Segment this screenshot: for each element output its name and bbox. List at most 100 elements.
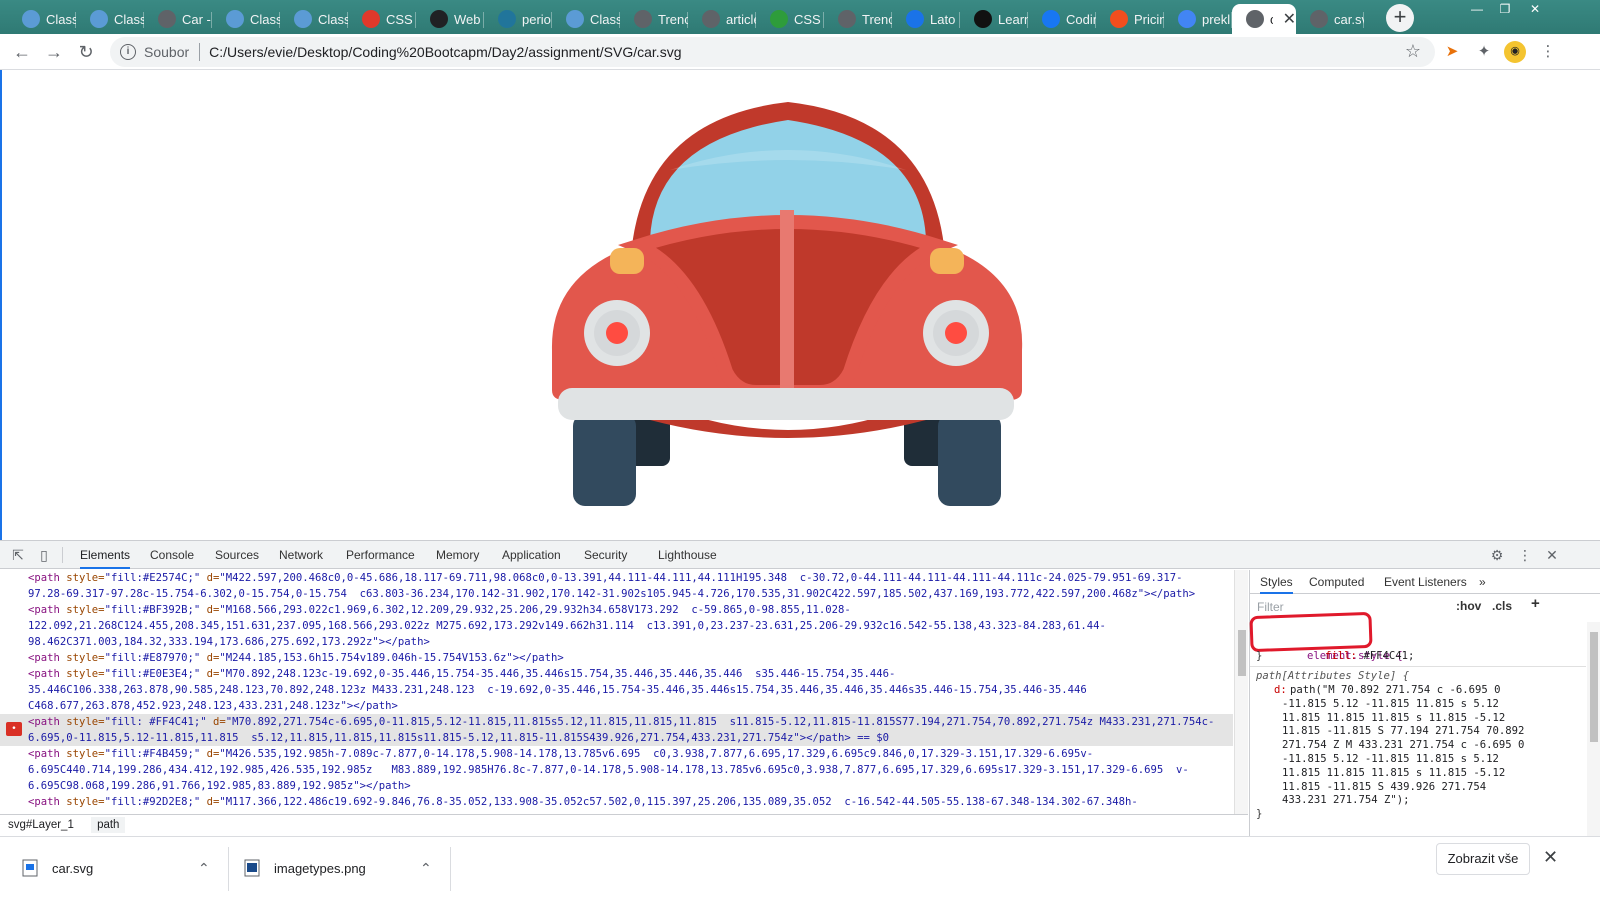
download-options-chevron-icon[interactable]: ⌃ xyxy=(198,845,210,891)
browser-tab[interactable]: Class xyxy=(212,4,280,34)
tab-computed[interactable]: Computed xyxy=(1309,570,1364,594)
elements-scrollbar[interactable] xyxy=(1234,570,1248,814)
hover-state-button[interactable]: :hov xyxy=(1456,599,1481,613)
dom-line[interactable]: 6.695,0-11.815,5.12-11.815,11.815 s5.12,… xyxy=(0,730,1233,746)
dom-line[interactable]: <path style="fill:#92D2E8;" d="M117.366,… xyxy=(28,794,1233,810)
browser-tab[interactable]: CSS B xyxy=(348,4,416,34)
devtools-tab-network[interactable]: Network xyxy=(279,541,323,569)
fill-value[interactable]: #FF4C41; xyxy=(1363,650,1414,662)
dom-line[interactable]: <path style="fill:#BF392B;" d="M168.566,… xyxy=(28,602,1233,618)
code-val: 122.092,21.268C124.455,208.345,151.631,2… xyxy=(28,620,1106,632)
page-viewport xyxy=(0,70,1600,540)
show-all-downloads-button[interactable]: Zobrazit vše xyxy=(1436,843,1530,875)
browser-tab[interactable]: Pricin xyxy=(1096,4,1164,34)
new-tab-button[interactable]: + xyxy=(1386,4,1414,32)
rule-divider xyxy=(1250,666,1586,667)
download-options-chevron-icon[interactable]: ⌃ xyxy=(420,845,432,891)
devtools-tab-security[interactable]: Security xyxy=(584,541,627,569)
browser-tab[interactable]: CSS L xyxy=(756,4,824,34)
browser-tab[interactable]: Class xyxy=(76,4,144,34)
devtools-tab-sources[interactable]: Sources xyxy=(215,541,259,569)
dom-line[interactable]: 98.462C371.003,184.32,333.194,173.686,27… xyxy=(28,634,1233,650)
browser-tab[interactable]: Web xyxy=(416,4,484,34)
browser-tab[interactable]: car.sv xyxy=(1296,4,1364,34)
browser-tab[interactable]: ca ✕ xyxy=(1232,4,1296,34)
browser-tab[interactable]: Class xyxy=(552,4,620,34)
browser-tab[interactable]: Codin xyxy=(1028,4,1096,34)
close-tab-icon[interactable]: ✕ xyxy=(1283,9,1296,29)
tab-styles[interactable]: Styles xyxy=(1260,570,1293,594)
inspect-element-icon[interactable]: ⇱ xyxy=(9,546,27,564)
back-button[interactable]: ← xyxy=(10,40,34,64)
download-filename: car.svg xyxy=(52,860,94,876)
settings-gear-icon[interactable]: ⚙ xyxy=(1488,546,1506,564)
dom-line[interactable]: 6.695C440.714,199.286,434.412,192.985,42… xyxy=(28,762,1233,778)
devtools-tab-lighthouse[interactable]: Lighthouse xyxy=(658,541,717,569)
close-window-button[interactable]: ✕ xyxy=(1520,0,1550,20)
browser-tab[interactable]: Trenc xyxy=(620,4,688,34)
styles-scroll-thumb[interactable] xyxy=(1590,632,1598,742)
elements-scroll-thumb[interactable] xyxy=(1238,630,1246,676)
breadcrumb-svg[interactable]: svg#Layer_1 xyxy=(8,819,74,831)
rocket-extension-icon[interactable]: ➤ xyxy=(1442,42,1462,62)
code-val: C468.677,263.878,452.923,248.123,433.231… xyxy=(28,700,347,712)
browser-menu-icon[interactable]: ⋮ xyxy=(1538,42,1558,62)
front-bumper xyxy=(558,388,1014,420)
browser-tab[interactable]: Lato xyxy=(892,4,960,34)
devtools-tab-memory[interactable]: Memory xyxy=(436,541,479,569)
browser-tab[interactable]: Class xyxy=(8,4,76,34)
breakpoint-marker[interactable]: • xyxy=(6,722,22,736)
address-bar[interactable]: i Soubor C:/Users/evie/Desktop/Coding%20… xyxy=(110,37,1435,67)
styles-scrollbar[interactable] xyxy=(1587,622,1600,836)
devtools-close-icon[interactable]: ✕ xyxy=(1543,546,1561,564)
devtools-tab-application[interactable]: Application xyxy=(502,541,561,569)
dom-line[interactable]: 35.446C106.338,263.878,90.585,248.123,70… xyxy=(28,682,1233,698)
bookmark-star-icon[interactable]: ☆ xyxy=(1405,41,1421,62)
new-style-rule-button[interactable]: + xyxy=(1531,595,1540,612)
browser-tab[interactable]: perio xyxy=(484,4,552,34)
devtools-tab-elements[interactable]: Elements xyxy=(80,541,131,569)
dom-line[interactable]: <path style="fill:#E2574C;" d="M422.597,… xyxy=(28,570,1233,586)
more-tabs-icon[interactable]: » xyxy=(1479,570,1486,594)
dom-line[interactable]: C468.677,263.878,452.923,248.123,433.231… xyxy=(28,698,1233,714)
profile-avatar[interactable]: ◉ xyxy=(1504,41,1526,63)
code-tag: <path xyxy=(28,748,67,760)
dom-line[interactable]: 6.695C98.068,199.286,91.766,192.985,83.8… xyxy=(28,778,1233,794)
reload-button[interactable]: ↻ xyxy=(74,40,98,64)
class-toggle-button[interactable]: .cls xyxy=(1492,599,1512,613)
browser-tab[interactable]: Class xyxy=(280,4,348,34)
web-icon xyxy=(430,10,448,28)
device-toolbar-icon[interactable]: ▯ xyxy=(35,546,53,564)
extensions-puzzle-icon[interactable]: ✦ xyxy=(1474,42,1494,62)
forward-button[interactable]: → xyxy=(42,40,66,64)
dom-line[interactable]: <path style="fill:#E87970;" d="M244.185,… xyxy=(28,650,1233,666)
devtools-tab-console[interactable]: Console xyxy=(150,541,194,569)
tabbar-divider xyxy=(62,547,63,563)
dom-line[interactable]: <path style="fill:#E0E3E4;" d="M70.892,2… xyxy=(28,666,1233,682)
omnibox-divider xyxy=(199,43,201,61)
browser-tab[interactable]: Car - xyxy=(144,4,212,34)
close-download-bar-icon[interactable]: ✕ xyxy=(1543,847,1558,868)
minimize-button[interactable]: — xyxy=(1462,0,1492,20)
download-item-imagetypes[interactable]: imagetypes.png xyxy=(244,845,366,891)
browser-tab[interactable]: Learn xyxy=(960,4,1028,34)
dom-line[interactable]: <path style="fill: #FF4C41;" d="M70.892,… xyxy=(0,714,1233,730)
url-text[interactable]: C:/Users/evie/Desktop/Coding%20Bootcapm/… xyxy=(209,44,681,60)
breadcrumb-path[interactable]: path xyxy=(91,817,126,833)
browser-tab[interactable]: article xyxy=(688,4,756,34)
styles-pane: Styles Computed Event Listeners » Filter… xyxy=(1249,570,1600,836)
tab-event-listeners[interactable]: Event Listeners xyxy=(1384,570,1467,594)
devtools-tab-performance[interactable]: Performance xyxy=(346,541,415,569)
dom-line[interactable]: <path style="fill:#F4B459;" d="M426.535,… xyxy=(28,746,1233,762)
browser-tab[interactable]: Trenc xyxy=(824,4,892,34)
dom-line[interactable]: 122.092,21.268C124.455,208.345,151.631,2… xyxy=(28,618,1233,634)
browser-tab[interactable]: prekl xyxy=(1164,4,1232,34)
elements-tree[interactable]: <path style="fill:#E2574C;" d="M422.597,… xyxy=(0,570,1248,814)
code-tag: <path xyxy=(28,652,67,664)
restore-button[interactable]: ❐ xyxy=(1490,0,1520,20)
download-item-car-svg[interactable]: car.svg xyxy=(22,845,93,891)
devtools-menu-icon[interactable]: ⋮ xyxy=(1516,546,1534,564)
info-icon[interactable]: i xyxy=(120,44,136,60)
dom-line[interactable]: 97.28-69.317-97.28c-15.754-6.302,0-15.75… xyxy=(28,586,1233,602)
code-attr: d= xyxy=(200,572,220,584)
